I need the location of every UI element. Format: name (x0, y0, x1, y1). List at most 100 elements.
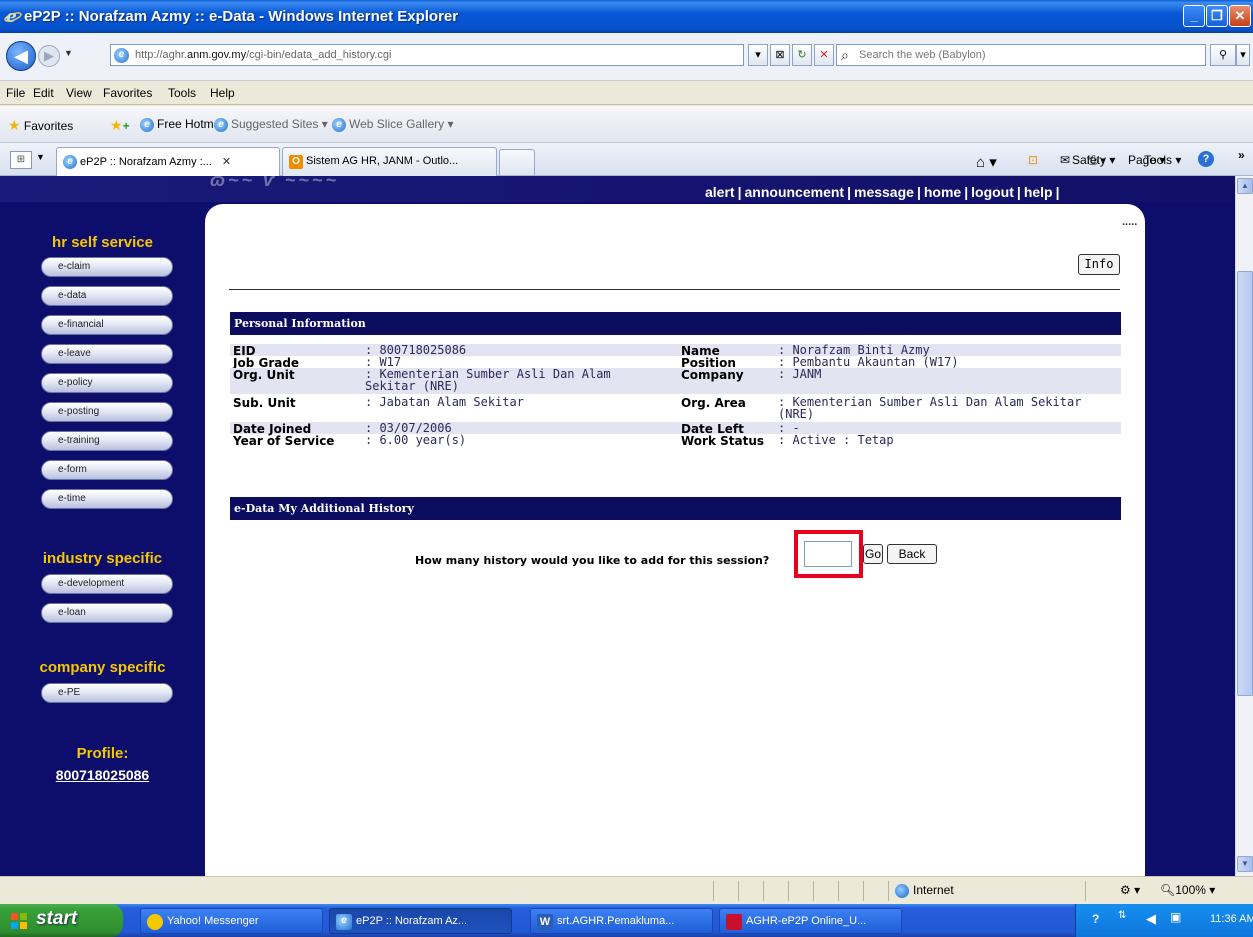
add-favorite-icon[interactable]: ★+ (110, 117, 130, 134)
table-row: Job Grade : W17 Position : Pembantu Akau… (230, 356, 1121, 370)
menu-favorites[interactable]: Favorites (103, 86, 152, 100)
start-button[interactable]: start (0, 904, 123, 937)
go-button[interactable]: Go (863, 544, 883, 564)
more-commands-chevron-icon[interactable]: » (1238, 148, 1245, 162)
sidebar-heading-hr: hr self service (52, 234, 153, 251)
label-org-unit: Org. Unit (233, 368, 295, 382)
scroll-thumb[interactable] (1237, 271, 1253, 696)
sidebar-item-e-pe[interactable]: e-PE (41, 683, 173, 703)
ie-page-icon: e (63, 155, 77, 170)
search-icon: ⌕ (841, 47, 849, 63)
sidebar-item-e-claim[interactable]: e-claim (41, 257, 173, 277)
ie-page-icon: e (140, 117, 154, 132)
url-dropdown-button[interactable]: ▾ (748, 44, 768, 66)
maximize-button[interactable]: ❐ (1206, 5, 1228, 27)
profile-heading: Profile: (76, 745, 129, 762)
security-zone: Internet (895, 883, 954, 898)
window-title: eP2P :: Norafzam Azmy :: e-Data - Window… (24, 8, 459, 25)
task-yahoo-messenger[interactable]: Yahoo! Messenger (140, 908, 323, 934)
clock: 11:36 AM (1210, 913, 1253, 925)
sidebar-item-e-time[interactable]: e-time (41, 489, 173, 509)
label-sub-unit: Sub. Unit (233, 396, 296, 410)
menu-edit[interactable]: Edit (33, 86, 54, 100)
table-row: Org. Unit : Kementerian Sumber Asli Dan … (230, 368, 1121, 394)
back-button[interactable]: ◀ (6, 41, 36, 71)
menu-file[interactable]: File (6, 86, 25, 100)
nav-logout[interactable]: logout (971, 184, 1014, 200)
task-ie-ep2p[interactable]: e eP2P :: Norafzam Az... (329, 908, 512, 934)
search-button[interactable]: ⚲ (1210, 44, 1236, 66)
stop-icon[interactable]: ✕ (814, 44, 834, 66)
favorite-web-slice-gallery[interactable]: e Web Slice Gallery ▾ (332, 117, 454, 132)
favorite-suggested-sites[interactable]: e Suggested Sites ▾ (214, 117, 328, 132)
table-row: Sub. Unit : Jabatan Alam Sekitar Org. Ar… (230, 394, 1121, 422)
home-icon[interactable]: ⌂ ▾ (976, 153, 997, 171)
nav-help[interactable]: help (1024, 184, 1053, 200)
sidebar-item-e-financial[interactable]: e-financial (41, 315, 173, 335)
outlook-icon: O (289, 155, 303, 169)
profile-id-link[interactable]: 800718025086 (0, 767, 205, 783)
task-word-document[interactable]: Wsrt.AGHR.Pemakluma... (530, 908, 713, 934)
sidebar-item-e-loan[interactable]: e-loan (41, 603, 173, 623)
scroll-down-arrow-icon[interactable]: ▼ (1237, 856, 1253, 872)
sidebar-item-e-policy[interactable]: e-policy (41, 373, 173, 393)
refresh-icon[interactable]: ↻ (792, 44, 812, 66)
system-tray: ? ⇅ ◀ ▣ 11:36 AM (1075, 904, 1253, 937)
help-icon[interactable]: ? (1198, 151, 1214, 167)
quick-tabs-icon[interactable]: ⊞ (10, 151, 32, 169)
tray-help-icon[interactable]: ? (1092, 912, 1099, 926)
tab-close-icon[interactable]: ✕ (222, 156, 231, 168)
internet-explorer-icon: e (4, 7, 22, 25)
tray-app-icon[interactable]: ▣ (1170, 910, 1181, 924)
compatibility-view-icon[interactable]: ⊠ (770, 44, 790, 66)
ie-page-icon: e (214, 117, 228, 132)
tools-menu[interactable]: Tools ▾ (1144, 153, 1181, 167)
tab-ep2p[interactable]: e eP2P :: Norafzam Azmy :... ✕ (56, 147, 280, 176)
menu-view[interactable]: View (66, 86, 92, 100)
tab-outlook[interactable]: O Sistem AG HR, JANM - Outlo... (282, 147, 497, 176)
nav-home[interactable]: home (924, 184, 961, 200)
ie-page-icon: e (332, 117, 346, 132)
vertical-scrollbar[interactable]: ▲ ▼ (1235, 176, 1253, 876)
nav-announcement[interactable]: announcement (745, 184, 845, 200)
search-input[interactable]: ⌕ Search the web (Babylon) (836, 44, 1206, 66)
new-tab-button[interactable] (499, 149, 535, 175)
sidebar-item-e-form[interactable]: e-form (41, 460, 173, 480)
close-button[interactable]: ✕ (1229, 5, 1251, 27)
nav-alert[interactable]: alert (705, 184, 735, 200)
mail-icon[interactable]: ✉ (1060, 153, 1070, 167)
sidebar-heading-company: company specific (39, 659, 166, 676)
pdf-icon (726, 914, 742, 930)
minimize-button[interactable]: _ (1183, 5, 1205, 27)
protected-mode-icon[interactable]: ⚙ ▾ (1120, 883, 1140, 897)
search-options-dropdown[interactable]: ▾ (1236, 44, 1250, 66)
safety-menu[interactable]: Safety ▾ (1072, 153, 1115, 167)
recent-pages-dropdown[interactable]: ▼ (64, 48, 73, 58)
value-year-of-service: : 6.00 year(s) (365, 433, 467, 447)
feeds-icon[interactable]: ⊡ (1028, 153, 1038, 167)
menu-help[interactable]: Help (210, 86, 235, 100)
back-page-button[interactable]: Back (887, 544, 937, 564)
favorites-button[interactable]: ★ Favorites (8, 117, 73, 134)
tab-list-dropdown[interactable]: ▼ (36, 152, 45, 162)
nav-message[interactable]: message (854, 184, 914, 200)
label-company: Company (681, 368, 744, 382)
tray-expand-icon[interactable]: ◀ (1146, 911, 1156, 927)
back-arrow-icon: ◀ (14, 46, 28, 66)
menu-tools[interactable]: Tools (168, 86, 196, 100)
forward-button[interactable]: ▶ (38, 45, 60, 67)
divider (229, 289, 1120, 290)
info-button[interactable]: Info (1078, 254, 1120, 275)
sidebar-item-e-training[interactable]: e-training (41, 431, 173, 451)
favorite-free-hotmail[interactable]: e Free Hotmail (140, 117, 226, 132)
sidebar-item-e-leave[interactable]: e-leave (41, 344, 173, 364)
zoom-level[interactable]: 🔍︎100% ▾ (1160, 883, 1215, 897)
value-org-unit: : Kementerian Sumber Asli Dan Alam Sekit… (365, 367, 611, 393)
scroll-up-arrow-icon[interactable]: ▲ (1237, 178, 1253, 194)
sidebar-item-e-posting[interactable]: e-posting (41, 402, 173, 422)
sidebar-item-e-development[interactable]: e-development (41, 574, 173, 594)
task-pdf-document[interactable]: AGHR-eP2P Online_U... (719, 908, 902, 934)
tray-network-icon[interactable]: ⇅ (1118, 910, 1126, 921)
sidebar-item-e-data[interactable]: e-data (41, 286, 173, 306)
url-field[interactable]: e http://aghr.anm.gov.my/cgi-bin/edata_a… (110, 44, 744, 66)
